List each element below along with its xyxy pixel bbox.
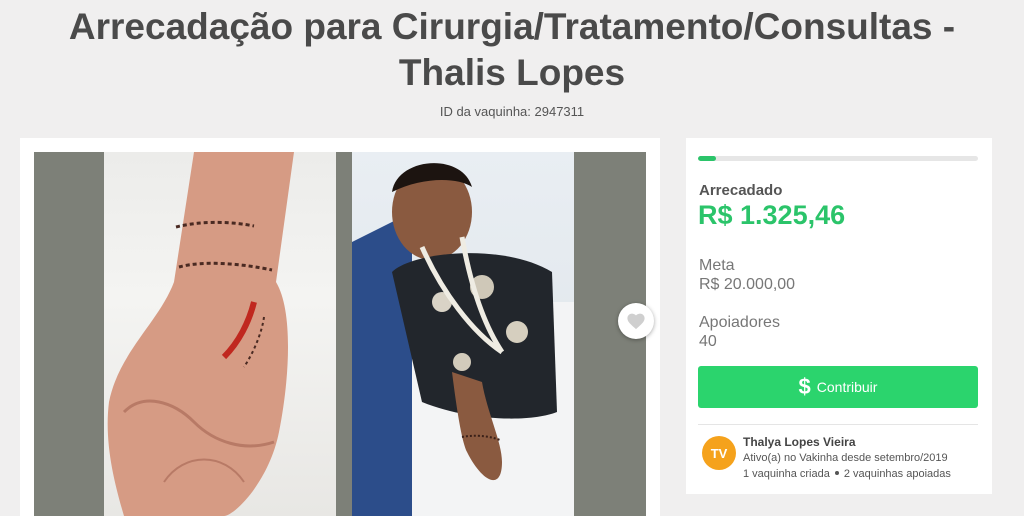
owner-stats: 1 vaquinha criada 2 vaquinhas apoiadas	[743, 468, 951, 480]
goal-amount: R$ 20.000,00	[699, 276, 796, 293]
bullet-separator	[834, 471, 839, 476]
contribute-button[interactable]: $ Contribuir	[698, 366, 978, 408]
contribute-button-label: Contribuir	[816, 379, 878, 395]
raised-label: Arrecadado	[699, 182, 783, 199]
page-title-line-1: Arrecadação para Cirurgia/Tratamento/Con…	[68, 6, 956, 47]
owner-active-since: Ativo(a) no Vakinha desde setembro/2019	[743, 452, 948, 464]
raised-amount: R$ 1.325,46	[698, 200, 846, 230]
avatar[interactable]: TV	[702, 436, 736, 470]
divider	[698, 424, 978, 425]
goal-label: Meta	[699, 257, 735, 274]
progress-bar	[698, 156, 978, 161]
page-title-line-2: Thalis Lopes	[398, 52, 626, 93]
campaign-id: ID da vaquinha: 2947311	[439, 104, 585, 119]
heart-icon	[627, 313, 645, 330]
favorite-button[interactable]	[618, 303, 654, 339]
owner-created-count: 1 vaquinha criada	[743, 468, 830, 480]
dollar-icon: $	[798, 374, 811, 399]
campaign-photo[interactable]	[34, 152, 646, 516]
photo-wrist-stitches	[104, 152, 336, 516]
owner-supported-count: 2 vaquinhas apoiadas	[843, 468, 951, 480]
supporters-label: Apoiadores	[699, 314, 780, 331]
page-title: Arrecadação para Cirurgia/Tratamento/Con…	[0, 4, 1024, 96]
progress-bar-fill	[698, 156, 717, 161]
supporters-count: 40	[699, 333, 717, 350]
donation-summary-card: Arrecadado R$ 1.325,46 Meta R$ 20.000,00…	[686, 138, 992, 494]
media-card	[20, 138, 660, 516]
owner-name[interactable]: Thalya Lopes Vieira	[743, 435, 856, 449]
photo-patient-bed	[352, 152, 574, 516]
